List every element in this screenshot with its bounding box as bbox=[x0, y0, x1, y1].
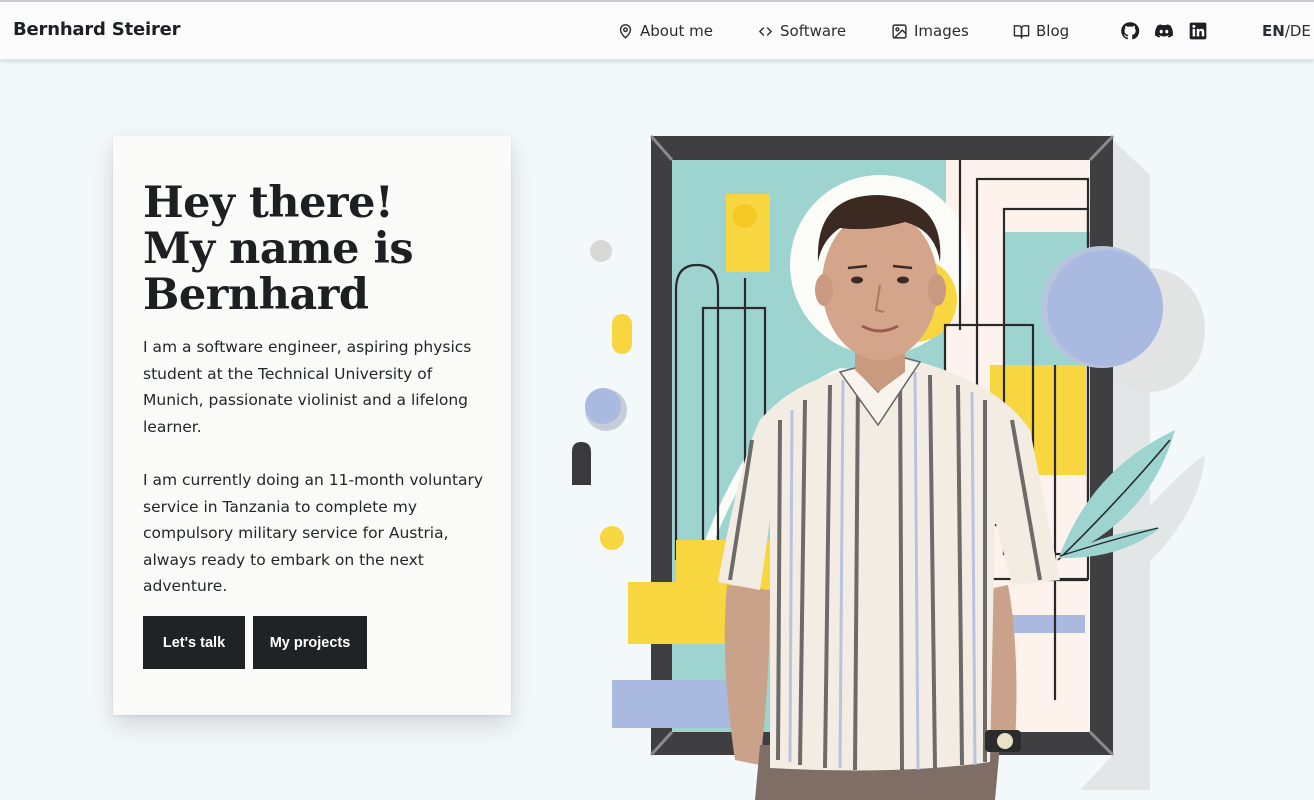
my-projects-button[interactable]: My projects bbox=[253, 616, 367, 669]
nav-software[interactable]: Software bbox=[757, 20, 846, 42]
github-icon[interactable] bbox=[1120, 21, 1140, 41]
dark-pill bbox=[572, 442, 591, 485]
intro-card: Hey there! My name is Bernhard I am a so… bbox=[113, 136, 511, 715]
lets-talk-button[interactable]: Let's talk bbox=[143, 616, 245, 669]
nav-about-me[interactable]: About me bbox=[617, 20, 713, 42]
hero-illustration bbox=[572, 134, 1205, 800]
nav-about-me-label: About me bbox=[640, 22, 713, 40]
discord-icon[interactable] bbox=[1154, 21, 1174, 41]
nav-images-label: Images bbox=[914, 22, 969, 40]
hero-headline: Hey there! My name is Bernhard bbox=[143, 180, 493, 318]
nav-software-label: Software bbox=[780, 22, 847, 40]
headline-line-1: Hey there! bbox=[143, 178, 394, 228]
service-paragraph: I am currently doing an 11-month volunta… bbox=[143, 471, 484, 596]
image-icon bbox=[892, 23, 907, 39]
blue-dot bbox=[585, 388, 621, 424]
site-header: Bernhard Steirer About me Software Image… bbox=[0, 2, 1314, 60]
blue-block bbox=[612, 680, 742, 728]
nav-images[interactable]: Images bbox=[891, 20, 969, 42]
book-icon bbox=[1013, 24, 1030, 39]
site-brand[interactable]: Bernhard Steirer bbox=[13, 19, 181, 40]
blue-circle bbox=[1047, 250, 1163, 366]
intro-paragraph: I am a software engineer, aspiring physi… bbox=[143, 338, 472, 436]
code-icon bbox=[759, 26, 772, 36]
language-switcher: EN/DE bbox=[1262, 22, 1311, 40]
lang-de[interactable]: DE bbox=[1290, 22, 1311, 40]
headline-line-2: My name is bbox=[143, 224, 414, 274]
yellow-pill bbox=[612, 314, 632, 354]
headline-line-3: Bernhard bbox=[143, 270, 369, 320]
nav-blog-label: Blog bbox=[1036, 22, 1070, 40]
yellow-dot bbox=[600, 526, 624, 550]
lang-en[interactable]: EN bbox=[1262, 22, 1285, 40]
map-pin-icon bbox=[619, 23, 632, 39]
linkedin-icon[interactable] bbox=[1188, 21, 1208, 41]
nav-blog[interactable]: Blog bbox=[1013, 20, 1069, 42]
grey-dot bbox=[590, 240, 612, 262]
